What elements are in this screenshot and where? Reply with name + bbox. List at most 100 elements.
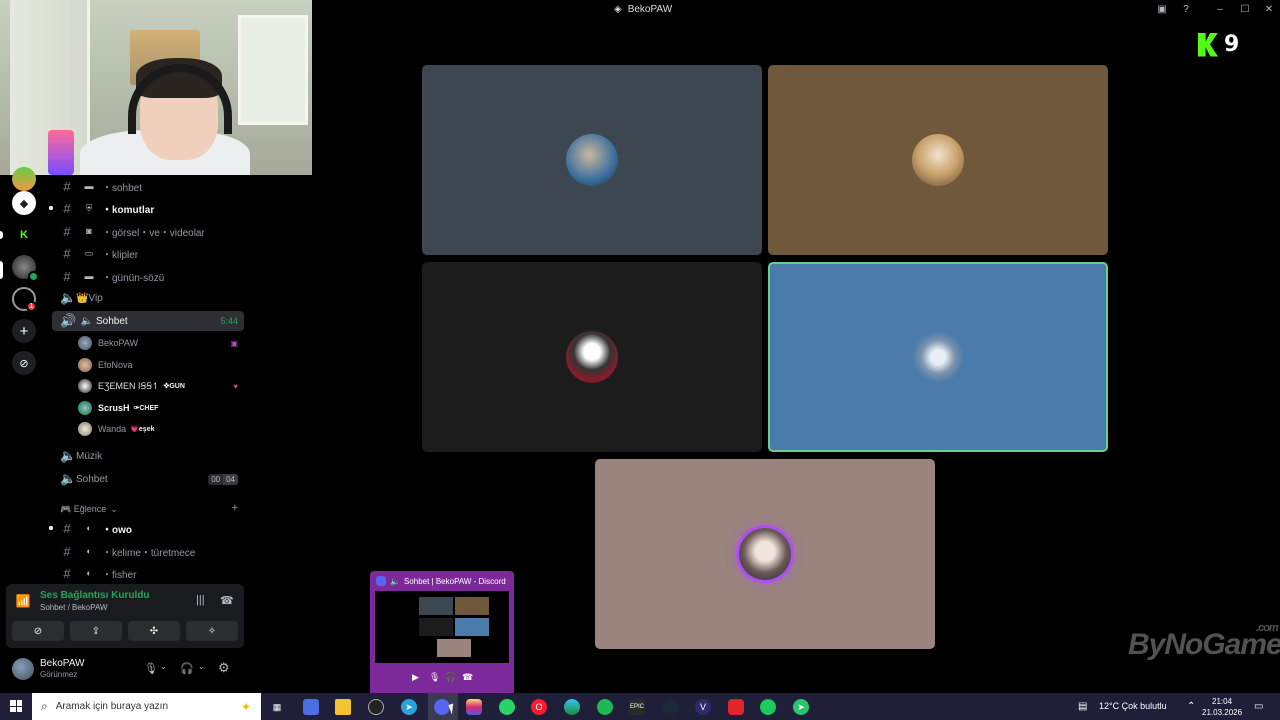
avatar: [78, 379, 92, 393]
instagram-icon[interactable]: [466, 699, 482, 715]
sparkle-icon: ✦: [240, 699, 251, 714]
voice-channel-muzik[interactable]: 🔈 Müzik: [52, 446, 244, 466]
preview-title: 🔈 Sohbet | BekoPAW - Discord: [376, 576, 506, 586]
channel-owo[interactable]: # ◐ ・owo: [49, 518, 244, 538]
epic-games-icon[interactable]: EPIC: [629, 699, 645, 715]
weather-text[interactable]: 12°C Çok bulutlu: [1099, 701, 1167, 711]
add-channel-icon[interactable]: +: [232, 502, 238, 514]
channel-fisher[interactable]: # ◐ ・fisher: [52, 563, 244, 583]
whatsapp-icon[interactable]: [499, 699, 515, 715]
server-icon-ring[interactable]: 1: [12, 287, 37, 312]
vpn-icon[interactable]: V: [695, 699, 711, 715]
server-icon-top[interactable]: [12, 167, 36, 191]
app-icon[interactable]: [303, 699, 319, 715]
channel-kelime-turetmece[interactable]: # ◐ ・kelime・türetmece: [52, 541, 244, 561]
taskbar-search[interactable]: ⌕ Aramak için buraya yazın ✦: [32, 693, 261, 720]
app-icon-red[interactable]: [728, 699, 744, 715]
notification-icon[interactable]: ▭: [1254, 701, 1263, 712]
voice-location[interactable]: Sohbet / BekoPAW: [40, 603, 108, 612]
minimize-button[interactable]: –: [1214, 4, 1226, 16]
voice-tile[interactable]: [422, 65, 762, 255]
voice-tile-speaking[interactable]: [768, 262, 1108, 452]
preview-thumbnail: [375, 591, 509, 663]
activities-button[interactable]: ✣: [128, 621, 180, 641]
widgets-icon[interactable]: ▤: [1078, 701, 1087, 712]
opera-gx-icon[interactable]: O: [531, 699, 547, 715]
shield-icon: ⛨: [85, 202, 93, 213]
discovery-icon[interactable]: ◆: [12, 191, 36, 215]
voice-tile[interactable]: [422, 262, 762, 452]
hash-icon: #: [63, 268, 71, 284]
taskbar-preview[interactable]: 🔈 Sohbet | BekoPAW - Discord ▶ 🎙 🎧 ☎: [370, 571, 514, 693]
close-button[interactable]: ✕: [1263, 4, 1275, 16]
telegram-icon[interactable]: ➤: [401, 699, 417, 715]
voice-tile[interactable]: [768, 65, 1108, 255]
signal-icon[interactable]: 📶: [14, 594, 32, 612]
settings-gear-icon[interactable]: ⚙: [218, 660, 230, 676]
obs-icon[interactable]: [368, 699, 384, 715]
app-icon-green[interactable]: [760, 699, 776, 715]
add-server-icon[interactable]: +: [12, 319, 36, 343]
avatar: [78, 422, 92, 436]
channel-gorsel-ve-videolar[interactable]: # ◙ ・görsel・ve・videolar: [52, 221, 244, 241]
chevron-down-icon[interactable]: ⌄: [160, 662, 167, 671]
chat-icon: ▬: [84, 181, 94, 191]
windows-taskbar: ⌕ Aramak için buraya yazın ✦ ▦ ➤ O EPIC …: [0, 693, 1280, 720]
kick-channel-logo: 9: [1198, 32, 1239, 57]
help-icon[interactable]: ?: [1180, 4, 1192, 16]
gamepad-icon: ◐: [86, 523, 92, 533]
headphones-icon[interactable]: 🎧: [180, 662, 194, 675]
discord-taskbar-icon[interactable]: [434, 699, 450, 715]
inbox-icon[interactable]: ▣: [1156, 4, 1168, 16]
voice-channel-sohbet-2[interactable]: 🔈 Sohbet 00 04: [52, 469, 244, 489]
file-explorer-icon[interactable]: [335, 699, 351, 715]
camera-icon[interactable]: ▶: [412, 672, 419, 683]
disconnect-icon[interactable]: ☎: [220, 594, 234, 607]
discord-logo-icon: ◈: [614, 4, 622, 15]
participant-avatar: [566, 134, 618, 186]
disconnect-icon[interactable]: ☎: [462, 672, 473, 683]
channel-sohbet[interactable]: # ▬ ・sohbet: [52, 176, 244, 196]
maximize-button[interactable]: ☐: [1239, 4, 1251, 16]
speaker-icon: 🔈: [390, 576, 400, 586]
noise-suppression-icon[interactable]: |||: [196, 594, 205, 606]
app-icon-send[interactable]: ➤: [793, 699, 809, 715]
system-clock[interactable]: 21:04 21.03.2026: [1202, 696, 1242, 718]
voice-user[interactable]: ΕƷΕΜΕΝ ΙꞨꞨ↿ ✜GUN ♥: [78, 376, 244, 396]
windows-start-icon[interactable]: [10, 700, 22, 712]
channel-komutlar[interactable]: # ⛨ ・komutlar: [49, 198, 244, 218]
edge-icon[interactable]: [564, 699, 580, 715]
participant-avatar: [739, 528, 791, 580]
task-view-icon[interactable]: ▦: [269, 699, 285, 715]
screen-share-icon: ▣: [230, 338, 238, 348]
server-icon-selected[interactable]: [12, 255, 39, 282]
channel-gunun-sozu[interactable]: # ▬ ・günün-sözü: [52, 266, 244, 286]
microphone-icon[interactable]: 🎙: [429, 672, 440, 683]
kick-server-icon[interactable]: K: [12, 223, 36, 247]
screen-share-button[interactable]: ⇪: [70, 621, 122, 641]
voice-channel-sohbet-active[interactable]: 🔊 🔈 Sohbet 5:44: [52, 311, 244, 331]
server-pill: [0, 231, 3, 239]
window-title: ◈ BekoPAW: [614, 4, 673, 15]
headphones-icon[interactable]: 🎧: [445, 672, 456, 683]
chevron-down-icon[interactable]: ⌄: [198, 662, 205, 671]
voice-tile[interactable]: [595, 459, 935, 649]
channel-klipler[interactable]: # ▭ ・klipler: [52, 243, 244, 263]
steam-icon[interactable]: [662, 699, 678, 715]
mini-tile: [437, 639, 471, 657]
voice-user[interactable]: ScrusH ✑CHEF: [78, 398, 244, 418]
user-name[interactable]: BekoPAW: [40, 658, 84, 669]
category-eglence[interactable]: 🎮 Eğlence ⌄: [60, 504, 118, 515]
camera-off-button[interactable]: ⊘: [12, 621, 64, 641]
hash-icon: #: [63, 223, 71, 239]
chevron-up-icon[interactable]: ⌃: [1187, 701, 1195, 712]
microphone-icon[interactable]: 🎙: [144, 662, 158, 675]
voice-user[interactable]: Wanda 💗eşek: [78, 419, 244, 439]
explore-icon[interactable]: ⊘: [12, 351, 36, 375]
soundboard-button[interactable]: ✧: [186, 621, 238, 641]
spotify-icon[interactable]: [597, 699, 613, 715]
voice-user[interactable]: BekoPAW ▣: [78, 333, 244, 353]
voice-user[interactable]: EfoNova: [78, 355, 244, 375]
voice-channel-vip[interactable]: 🔈 👑Vip: [52, 288, 244, 308]
user-avatar[interactable]: [12, 658, 34, 680]
